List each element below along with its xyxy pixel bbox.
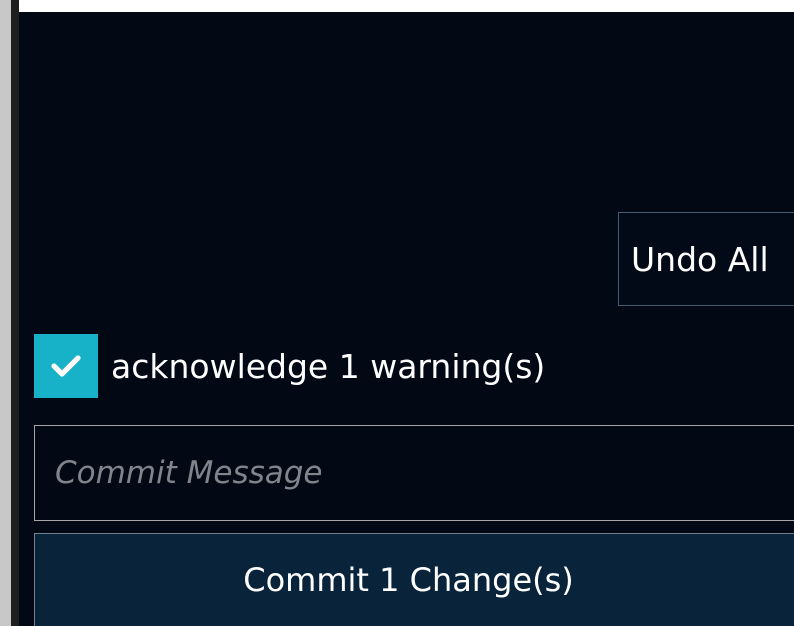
- acknowledge-warnings-row[interactable]: acknowledge 1 warning(s): [34, 334, 545, 398]
- undo-all-button[interactable]: Undo All: [618, 212, 794, 306]
- panel-divider: [11, 0, 19, 626]
- window-left-border: [0, 0, 11, 626]
- acknowledge-checkbox[interactable]: [34, 334, 98, 398]
- checkmark-icon: [51, 355, 81, 377]
- commit-message-input[interactable]: [34, 425, 794, 521]
- app-window: Undo All acknowledge 1 warning(s) Commit…: [0, 0, 794, 626]
- commit-changes-button[interactable]: Commit 1 Change(s): [34, 533, 794, 626]
- acknowledge-warnings-label[interactable]: acknowledge 1 warning(s): [111, 347, 545, 386]
